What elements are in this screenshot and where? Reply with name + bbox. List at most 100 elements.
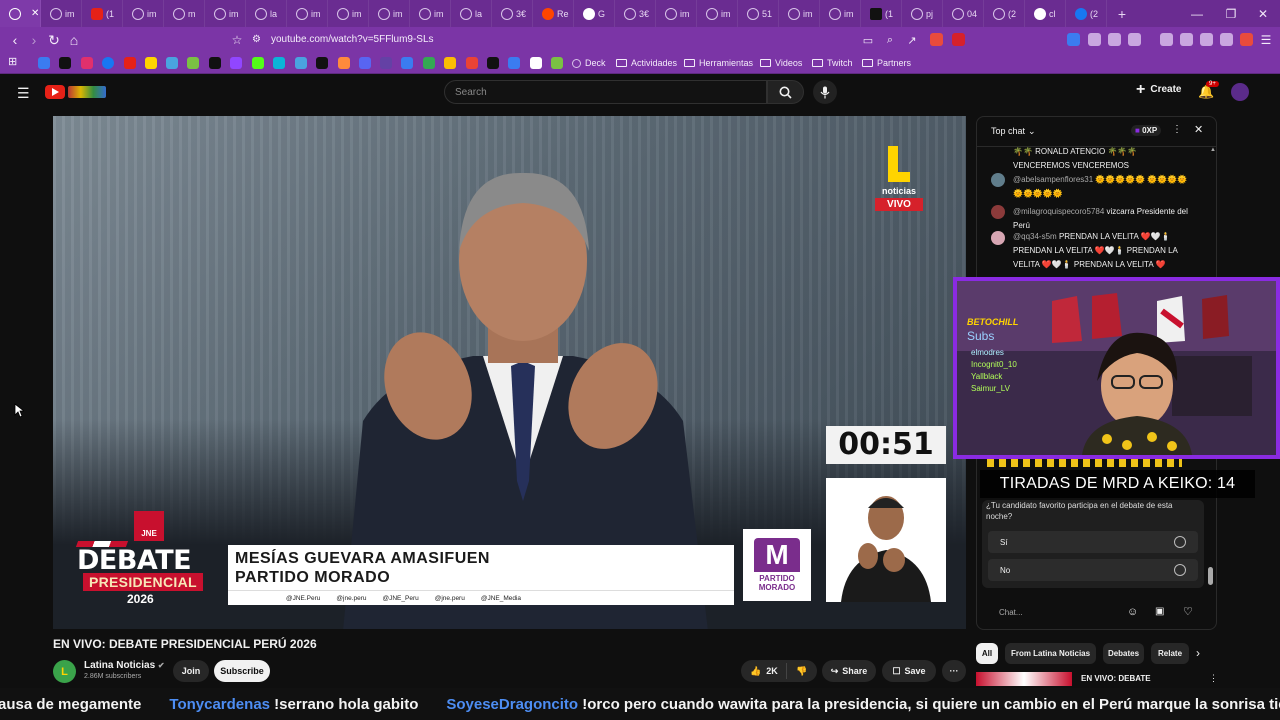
more-actions-button[interactable]: ··· bbox=[942, 660, 966, 682]
browser-tab[interactable]: pj bbox=[902, 0, 943, 27]
save-button[interactable]: ☐ Save bbox=[882, 660, 936, 682]
bookmark-favicon-icon[interactable] bbox=[187, 57, 199, 69]
youtube-icon[interactable] bbox=[124, 57, 136, 69]
video-player[interactable]: noticias VIVO 00:51 JNE DEBATE PRESIDENC… bbox=[53, 116, 966, 629]
brave-icon[interactable] bbox=[1240, 33, 1253, 46]
youtube-logo-icon[interactable] bbox=[45, 85, 65, 99]
cast-icon[interactable]: ▭ bbox=[858, 30, 878, 50]
browser-tab[interactable]: la bbox=[451, 0, 492, 27]
tiktok-icon[interactable] bbox=[59, 57, 71, 69]
create-button[interactable]: + Create bbox=[1136, 81, 1181, 97]
bookmark-favicon-icon[interactable] bbox=[338, 57, 350, 69]
brave-shield-icon[interactable] bbox=[930, 33, 943, 46]
extension-icon[interactable] bbox=[1220, 33, 1233, 46]
share-page-icon[interactable]: ↗ bbox=[902, 30, 922, 50]
forward-icon[interactable]: › bbox=[24, 30, 44, 50]
avatar[interactable] bbox=[991, 231, 1005, 245]
browser-tab[interactable]: im bbox=[287, 0, 328, 27]
browser-tab[interactable]: im bbox=[369, 0, 410, 27]
bookmark-favicon-icon[interactable] bbox=[423, 57, 435, 69]
instagram-icon[interactable] bbox=[81, 57, 93, 69]
bookmark-favicon-icon[interactable] bbox=[166, 57, 178, 69]
browser-tab[interactable]: im bbox=[656, 0, 697, 27]
browser-tab[interactable]: G bbox=[574, 0, 615, 27]
browser-tab[interactable]: im bbox=[410, 0, 451, 27]
bookmark-favicon-icon[interactable] bbox=[466, 57, 478, 69]
bookmark-favicon-icon[interactable] bbox=[295, 57, 307, 69]
browser-tab[interactable]: 51 bbox=[738, 0, 779, 27]
extension-icon[interactable] bbox=[1088, 33, 1101, 46]
close-window-icon[interactable]: ✕ bbox=[1246, 0, 1280, 27]
menu-icon[interactable]: ☰ bbox=[1256, 30, 1276, 50]
browser-tab[interactable]: Re bbox=[533, 0, 574, 27]
related-thumbnail[interactable] bbox=[976, 672, 1072, 686]
channel-name[interactable]: Latina Noticias ✔ bbox=[84, 660, 165, 671]
leo-icon[interactable] bbox=[1200, 33, 1213, 46]
chat-scrollbar[interactable] bbox=[1208, 567, 1213, 585]
scroll-up-icon[interactable]: ▲ bbox=[1210, 147, 1216, 157]
browser-tab[interactable]: (2 bbox=[1066, 0, 1107, 27]
zoom-icon[interactable]: ⌕ bbox=[880, 30, 900, 50]
dislike-button[interactable]: 👎 bbox=[787, 666, 817, 677]
browser-tab[interactable]: la bbox=[246, 0, 287, 27]
subscribe-button[interactable]: Subscribe bbox=[214, 660, 270, 682]
bookmark-favicon-icon[interactable] bbox=[38, 57, 50, 69]
doodle-logo-icon[interactable] bbox=[68, 86, 106, 98]
facebook-icon[interactable] bbox=[102, 57, 114, 69]
search-button[interactable] bbox=[767, 80, 804, 104]
emoji-icon[interactable]: ☺ bbox=[1127, 606, 1138, 618]
chip-related[interactable]: Relate bbox=[1151, 643, 1189, 664]
chat-input[interactable]: Chat... bbox=[985, 603, 1125, 623]
bookmark-favicon-icon[interactable] bbox=[551, 57, 563, 69]
close-tab-icon[interactable]: ✕ bbox=[31, 8, 39, 19]
chip-from-latina[interactable]: From Latina Noticias bbox=[1005, 643, 1096, 664]
points-badge[interactable]: ■ 0XP bbox=[1131, 125, 1162, 136]
browser-tab[interactable]: cl bbox=[1025, 0, 1066, 27]
browser-tab[interactable]: 3€ bbox=[615, 0, 656, 27]
browser-tab[interactable]: im bbox=[205, 0, 246, 27]
site-info-icon[interactable]: ⚙ bbox=[252, 34, 261, 45]
bookmark-favicon-icon[interactable] bbox=[316, 57, 328, 69]
bookmark-favicon-icon[interactable] bbox=[273, 57, 285, 69]
bookmark-deck[interactable]: Deck bbox=[572, 56, 606, 70]
avatar[interactable] bbox=[1231, 83, 1249, 101]
twitch-icon[interactable] bbox=[230, 57, 242, 69]
music-icon[interactable] bbox=[1160, 33, 1173, 46]
bookmark-folder-actividades[interactable]: Actividades bbox=[616, 56, 677, 70]
bookmark-favicon-icon[interactable] bbox=[401, 57, 413, 69]
x-icon[interactable] bbox=[209, 57, 221, 69]
bookmark-favicon-icon[interactable] bbox=[444, 57, 456, 69]
new-tab-icon[interactable]: + bbox=[1107, 6, 1137, 22]
related-more-icon[interactable]: ⋮ bbox=[1209, 673, 1218, 684]
bookmark-favicon-icon[interactable] bbox=[508, 57, 520, 69]
hamburger-menu-icon[interactable]: ☰ bbox=[17, 85, 30, 102]
avatar[interactable] bbox=[991, 173, 1005, 187]
extension-icon[interactable] bbox=[1128, 33, 1141, 46]
browser-tab[interactable]: im bbox=[820, 0, 861, 27]
chevron-right-icon[interactable]: › bbox=[1196, 646, 1200, 660]
bookmark-folder-videos[interactable]: Videos bbox=[760, 56, 802, 70]
extension-icon[interactable] bbox=[1067, 33, 1080, 46]
search-input[interactable]: Search bbox=[444, 80, 767, 104]
browser-tab[interactable]: im bbox=[779, 0, 820, 27]
heart-icon[interactable]: ♡ bbox=[1183, 605, 1193, 618]
browser-tab[interactable]: 04 bbox=[943, 0, 984, 27]
avatar[interactable] bbox=[991, 205, 1005, 219]
rewards-icon[interactable] bbox=[952, 33, 965, 46]
back-icon[interactable]: ‹ bbox=[5, 30, 25, 50]
bookmark-favicon-icon[interactable] bbox=[487, 57, 499, 69]
chip-debates[interactable]: Debates bbox=[1103, 643, 1144, 664]
browser-tab[interactable]: im bbox=[697, 0, 738, 27]
browser-tab[interactable]: im bbox=[123, 0, 164, 27]
browser-tab[interactable]: (2 bbox=[984, 0, 1025, 27]
bookmark-folder-twitch[interactable]: Twitch bbox=[812, 56, 853, 70]
close-chat-icon[interactable]: ✕ bbox=[1194, 123, 1203, 136]
poll-option-si[interactable]: Sí bbox=[988, 531, 1198, 553]
kick-icon[interactable] bbox=[252, 57, 264, 69]
chip-all[interactable]: All bbox=[976, 643, 998, 664]
wallet-icon[interactable] bbox=[1180, 33, 1193, 46]
bookmark-favicon-icon[interactable] bbox=[530, 57, 542, 69]
voice-search-button[interactable] bbox=[813, 80, 837, 104]
bookmark-icon[interactable]: ☆ bbox=[227, 30, 247, 50]
reload-icon[interactable]: ↻ bbox=[44, 30, 64, 50]
